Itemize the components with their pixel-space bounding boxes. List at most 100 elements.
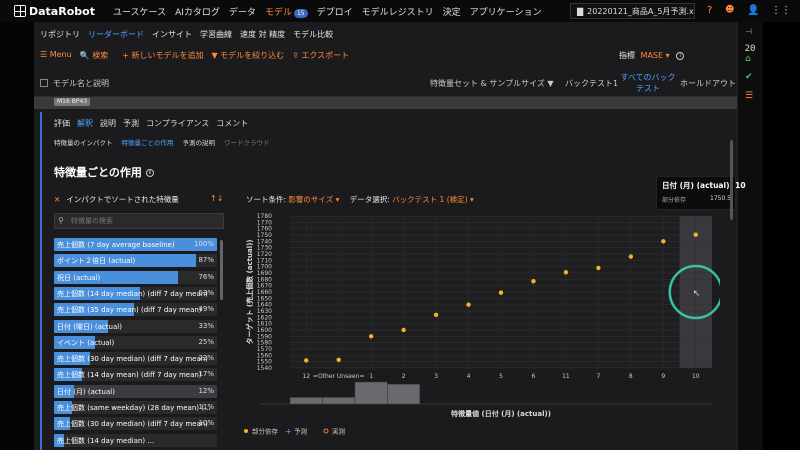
feature-item[interactable]: 売上個数 (14 day median) ... — [54, 433, 217, 447]
model-tab[interactable]: 解釈 — [77, 118, 93, 129]
feature-set-header[interactable]: 特徴量セット & サンプルサイズ ▼ — [430, 78, 554, 89]
file-selector[interactable]: ▇ 20220121_商品A_5月予測.xlsx ▾ — [570, 3, 695, 19]
model-subtab[interactable]: 特徴量のインパクト — [54, 137, 113, 147]
backtest1-header[interactable]: バックテスト1 — [565, 78, 618, 89]
top-nav-item[interactable]: モデル — [265, 8, 292, 18]
feature-item[interactable]: 日付 (曜日) (actual) 33% — [54, 319, 217, 333]
top-nav-item[interactable]: ユースケース — [113, 5, 166, 18]
y-axis-label: ターゲット (売上個数 (actual)) — [245, 240, 254, 345]
feature-item[interactable]: 売上個数 (same weekday) (28 day mean) (... 11… — [54, 401, 217, 414]
x-tick-label: 10 — [692, 373, 700, 380]
datarobot-logo[interactable]: DataRobot — [14, 4, 95, 18]
info-icon[interactable]: i — [145, 169, 154, 177]
partial-dependence-point — [368, 334, 374, 339]
feature-impact-pct: 49% — [198, 305, 214, 314]
y-tick-label: 1590 — [257, 333, 272, 340]
subnav-item[interactable]: インサイト — [152, 29, 192, 40]
feature-item[interactable]: 日付 (月) (actual) 12% — [54, 384, 217, 398]
feature-item[interactable]: 祝日 (actual) 76% — [54, 270, 217, 284]
top-nav-item[interactable]: デプロイ — [317, 5, 353, 18]
user-icon[interactable]: 👤 — [747, 5, 759, 16]
subnav-item[interactable]: リポジトリ — [40, 29, 80, 40]
top-nav-item[interactable]: AIカタログ — [175, 5, 220, 18]
queue-icon[interactable]: ⊣ — [745, 27, 752, 36]
add-model-button[interactable]: + 新しいモデルを追加 — [122, 50, 203, 61]
feature-item[interactable]: 売上個数 (14 day median) (diff 7 day mean) 53… — [54, 286, 217, 300]
top-nav-item[interactable]: モデルレジストリ — [362, 5, 434, 18]
feature-item[interactable]: ポイント２倍日 (actual) 87% — [54, 254, 217, 268]
feature-name: ポイント２倍日 (actual) — [57, 257, 136, 266]
filter-models-button[interactable]: ▼ モデルを絞り込む — [211, 50, 284, 61]
model-subtab[interactable]: 特徴量ごとの作用 — [122, 137, 174, 147]
model-row-strip — [34, 97, 737, 109]
subnav-item[interactable]: リーダーボード — [88, 29, 144, 40]
partial-dependence-point — [304, 358, 309, 363]
top-nav-item-models[interactable]: モデル 15 — [265, 5, 308, 18]
info-icon[interactable]: i — [676, 51, 685, 60]
subnav-item[interactable]: 学習曲線 — [200, 29, 232, 40]
y-tick-label: 1730 — [257, 245, 272, 252]
menu-button[interactable]: ☰ Menu — [40, 50, 72, 61]
subnav-item[interactable]: モデル比較 — [293, 29, 333, 40]
top-nav-item[interactable]: アプリケーション — [470, 5, 542, 18]
feature-item[interactable]: 売上個数 (7 day average baseline) 100% — [54, 238, 217, 251]
y-tick-label: 1600 — [257, 327, 272, 334]
partial-dependence-point — [563, 270, 569, 275]
feature-item[interactable]: 売上個数 (14 day mean) (diff 7 day mean) 17% — [54, 368, 217, 382]
model-tab[interactable]: コンプライアンス — [146, 118, 209, 129]
export-button[interactable]: ⇪ エクスポート — [292, 50, 349, 61]
histogram-bar — [387, 383, 421, 405]
feature-name: イベント (actual) — [57, 338, 115, 347]
notification-icon[interactable]: ☻ — [725, 5, 734, 15]
file-name: 20220121_商品A_5月予測.xlsx — [587, 6, 695, 16]
list-icon[interactable]: ☰ — [745, 91, 753, 101]
metric-selector[interactable]: 指標 MASE ▾ i — [619, 50, 685, 61]
feature-impact-pct: 76% — [198, 272, 214, 281]
model-tab[interactable]: 説明 — [100, 118, 116, 129]
feature-search-input[interactable] — [54, 213, 224, 229]
x-tick-label: 12 — [302, 373, 310, 380]
feature-name: 売上個数 (7 day average baseline) — [57, 241, 175, 249]
feature-item[interactable]: 売上個数 (35 day mean) (diff 7 day mean) 49% — [54, 303, 217, 317]
holdout-header[interactable]: ホールドアウト — [680, 78, 736, 89]
feature-list-scrollbar[interactable] — [220, 240, 223, 300]
sort-label: ソート条件: — [246, 195, 287, 204]
top-nav-item[interactable]: データ — [229, 5, 256, 18]
search-button[interactable]: 🔍 検索 — [80, 50, 109, 61]
check-icon[interactable]: ✔ — [745, 72, 753, 82]
top-nav-item[interactable]: 決定 — [443, 5, 461, 18]
y-tick-label: 1650 — [257, 295, 272, 302]
x-tick-label: =Other Unseen= — [313, 373, 365, 380]
page-scrollbar[interactable] — [730, 140, 733, 220]
select-all-checkbox[interactable] — [40, 79, 48, 87]
partial-dependence-point — [466, 302, 471, 307]
feature-item[interactable]: イベント (actual) 25% — [54, 335, 217, 349]
sort-dropdown[interactable]: 影響のサイズ ▾ — [288, 195, 339, 204]
feature-item[interactable]: 売上個数 (30 day median) (diff 7 day mean) 10… — [54, 417, 217, 431]
y-tick-label: 1630 — [257, 308, 272, 315]
sort-order-toggle[interactable]: ↑↓ — [210, 194, 223, 203]
models-count-badge: 15 — [293, 9, 308, 18]
model-subtab[interactable]: 予測の説明 — [182, 137, 215, 147]
tooltip-title: 日付 (月) (actual): 10 — [662, 181, 746, 190]
feature-name: 日付 (曜日) (actual) — [57, 322, 122, 331]
feature-name: 売上個数 (14 day mean) (diff 7 day mean) — [57, 371, 202, 380]
help-icon[interactable]: ? — [707, 5, 712, 16]
partial-dependence-point — [596, 265, 601, 271]
feature-impact-pct: 87% — [198, 256, 214, 265]
workers-icon[interactable]: ⌂ — [745, 54, 751, 64]
model-tab[interactable]: コメント — [216, 118, 248, 129]
model-name-header[interactable]: モデル名と説明 — [53, 78, 109, 89]
x-tick-label: 1 — [369, 373, 373, 380]
grid-menu-icon[interactable]: ⋮⋮ — [771, 5, 791, 16]
data-dropdown[interactable]: バックテスト 1 (検定) ▾ — [392, 195, 474, 204]
feature-name: 売上個数 (14 day median) ... — [57, 436, 155, 445]
tooltip-value: 1750.5 — [710, 195, 731, 202]
all-backtests-header[interactable]: すべてのバックテスト — [620, 72, 676, 94]
model-tab[interactable]: 予測 — [123, 118, 139, 129]
y-tick-label: 1560 — [257, 352, 272, 359]
feature-item[interactable]: 売上個数 (30 day median) (diff 7 day mean) 22… — [54, 352, 217, 366]
subnav-item[interactable]: 速度 対 精度 — [240, 29, 285, 40]
model-tab[interactable]: 評価 — [54, 118, 70, 129]
histogram-bar — [322, 397, 356, 405]
